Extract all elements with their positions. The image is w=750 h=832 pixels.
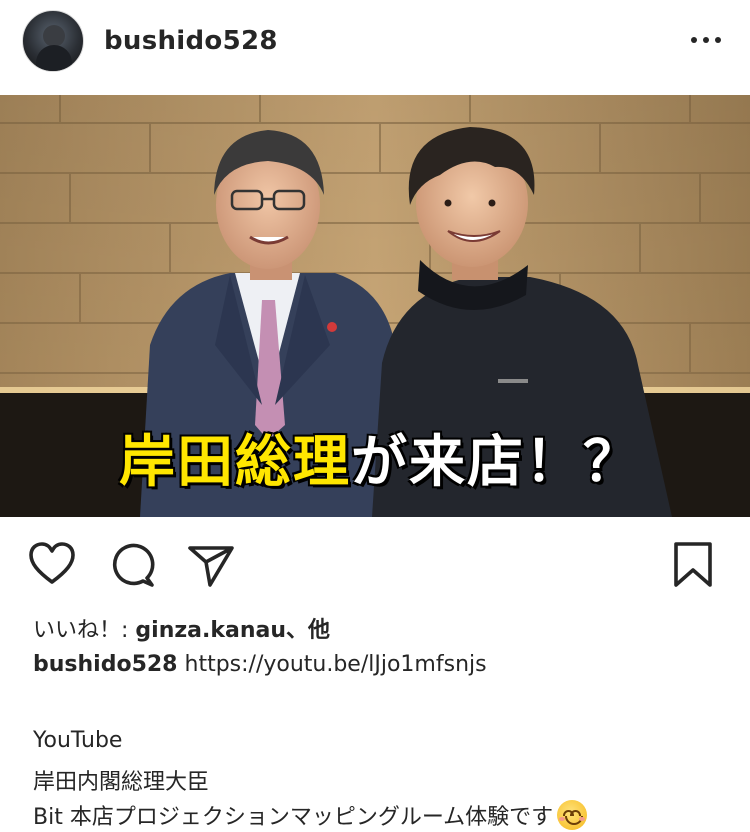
smiling-face-emoji bbox=[557, 800, 588, 830]
more-options-icon[interactable] bbox=[688, 30, 724, 50]
send-icon[interactable] bbox=[186, 540, 236, 590]
caption-line: bushido528 https://youtu.be/lJjo1mfsnjs bbox=[33, 652, 487, 677]
likes-line: いいね！: ginza.kanau、他 bbox=[33, 612, 330, 644]
caption-username[interactable]: bushido528 bbox=[33, 652, 178, 677]
likes-user-link[interactable]: ginza.kanau bbox=[135, 618, 286, 643]
caption-body-line: YouTube bbox=[33, 728, 123, 753]
overlay-text-highlight: 岸田総理 bbox=[119, 430, 351, 495]
post-actions bbox=[0, 530, 750, 600]
caption-body-line-emoji: Bit 本店プロジェクションマッピングルーム体験です bbox=[33, 799, 588, 831]
caption-body-text: Bit 本店プロジェクションマッピングルーム体験です bbox=[33, 805, 554, 830]
caption-link[interactable]: https://youtu.be/lJjo1mfsnjs bbox=[185, 652, 487, 677]
caption-body-line: 岸田内閣総理大臣 bbox=[33, 770, 210, 795]
bookmark-icon[interactable] bbox=[668, 540, 718, 590]
comment-icon[interactable] bbox=[107, 540, 157, 590]
photo-overlay-caption: 岸田総理が来店！？ bbox=[80, 412, 680, 514]
heart-icon[interactable] bbox=[27, 540, 77, 590]
likes-suffix[interactable]: 、他 bbox=[286, 618, 330, 643]
avatar-head bbox=[43, 25, 65, 47]
likes-prefix: いいね！: bbox=[33, 618, 136, 643]
post-header: bushido528 bbox=[0, 0, 750, 95]
post-username[interactable]: bushido528 bbox=[104, 26, 278, 56]
overlay-text-main: が来店！？ bbox=[351, 430, 641, 495]
avatar-body bbox=[36, 45, 72, 71]
avatar[interactable] bbox=[22, 10, 84, 72]
